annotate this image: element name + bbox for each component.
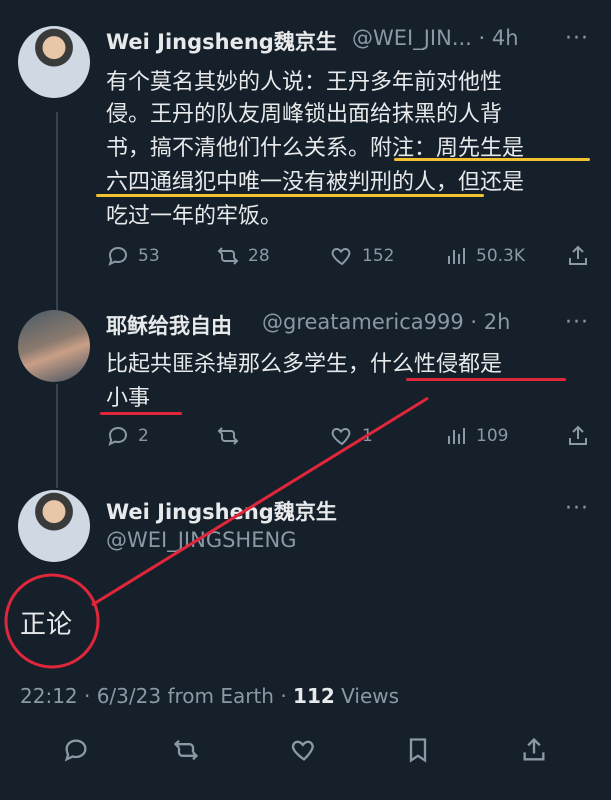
like-icon	[331, 427, 351, 446]
reply-button[interactable]: 53	[106, 244, 160, 268]
timestamp-text[interactable]: 22:12 · 6/3/23 from Earth ·	[20, 684, 293, 708]
tweet-text-line: 小事	[106, 386, 151, 411]
views-count: 50.3K	[476, 246, 525, 266]
tweet-text-line: 比起共匪杀掉那么多学生，什么性侵都是	[106, 352, 503, 377]
views-total: 112	[293, 684, 335, 708]
display-name[interactable]: Wei Jingsheng魏京生	[106, 26, 337, 56]
share-icon[interactable]	[520, 736, 548, 764]
like-icon[interactable]	[290, 736, 318, 764]
retweet-count: 28	[248, 246, 270, 266]
tweet-text-line: 吃过一年的牢饭。	[106, 204, 283, 229]
more-options-button[interactable]: ···	[565, 310, 589, 335]
reply-icon	[108, 426, 128, 446]
tweet-text-line: 六四通缉犯中唯一没有被判刑的人，但还是	[106, 170, 525, 195]
views-count: 109	[476, 426, 509, 446]
tweet-text-line: 有个莫名其妙的人说：王丹多年前对他性	[106, 70, 503, 95]
share-button[interactable]	[566, 244, 590, 268]
retweet-icon	[217, 427, 239, 445]
retweet-icon[interactable]	[172, 736, 200, 764]
handle[interactable]: @WEI_JINGSHENG	[106, 528, 296, 552]
like-count: 1	[362, 426, 373, 446]
display-name[interactable]: Wei Jingsheng魏京生	[106, 496, 337, 526]
views-icon	[448, 428, 465, 444]
more-options-button[interactable]: ···	[565, 26, 589, 51]
like-button[interactable]: 1	[330, 424, 373, 448]
share-icon	[569, 425, 587, 445]
reply-count: 53	[138, 246, 160, 266]
thread-connector	[56, 112, 58, 310]
annotation-underline	[100, 412, 182, 415]
reply-count: 2	[138, 426, 149, 446]
like-button[interactable]: 152	[330, 244, 394, 268]
handle-time[interactable]: @greatamerica999 · 2h	[262, 310, 510, 334]
thread-connector	[56, 384, 58, 488]
annotation-underline	[406, 378, 566, 381]
avatar[interactable]	[18, 310, 90, 382]
annotation-underline	[394, 158, 590, 161]
views-icon	[448, 248, 465, 264]
display-name[interactable]: 耶稣给我自由	[106, 310, 232, 340]
avatar[interactable]	[18, 26, 90, 98]
tweet-text: 正论	[20, 610, 73, 640]
reply-icon[interactable]	[62, 736, 90, 764]
annotation-underline	[96, 194, 484, 197]
handle-time[interactable]: @WEI_JIN... · 4h	[352, 26, 519, 50]
tweet-text-line: 侵。王丹的队友周峰锁出面给抹黑的人背	[106, 102, 503, 127]
main-action-bar	[0, 722, 611, 778]
views-label: Views	[334, 684, 400, 708]
reply-icon	[108, 246, 128, 266]
like-count: 152	[362, 246, 395, 266]
avatar[interactable]	[18, 490, 90, 562]
views-button[interactable]: 109	[444, 424, 508, 448]
views-button[interactable]: 50.3K	[444, 244, 525, 268]
reply-button[interactable]: 2	[106, 424, 149, 448]
retweet-button[interactable]	[216, 424, 248, 448]
tweet-timestamp: 22:12 · 6/3/23 from Earth · 112 Views	[20, 684, 399, 708]
retweet-button[interactable]: 28	[216, 244, 270, 268]
like-icon	[331, 247, 351, 266]
share-icon	[569, 245, 587, 265]
more-options-button[interactable]: ···	[565, 496, 589, 521]
retweet-icon	[217, 247, 239, 265]
bookmark-icon[interactable]	[404, 736, 432, 764]
share-button[interactable]	[566, 424, 590, 448]
